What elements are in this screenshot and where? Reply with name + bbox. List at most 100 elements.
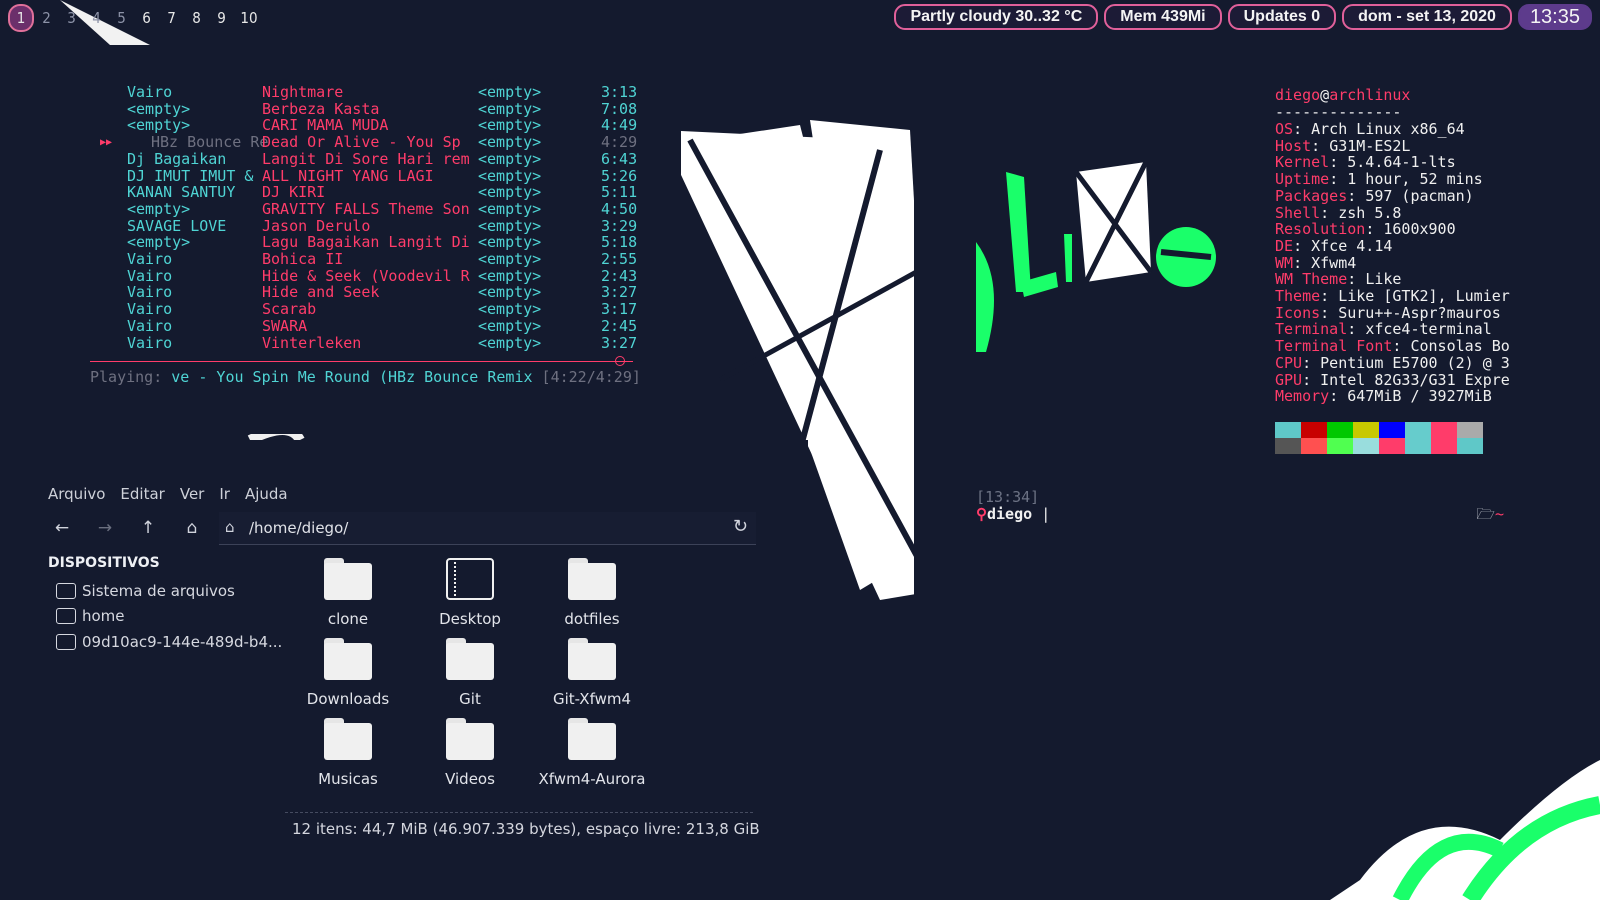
updates-widget[interactable]: Updates 0: [1227, 4, 1337, 30]
neofetch-key: Kernel: [1275, 153, 1330, 172]
file-item[interactable]: Desktop: [407, 558, 533, 628]
palette-swatch: [1353, 438, 1379, 454]
now-playing: Playing: ve - You Spin Me Round (HBz Bou…: [90, 368, 641, 386]
memory-widget[interactable]: Mem 439Mi: [1104, 4, 1222, 30]
neofetch-terminal[interactable]: diego@archlinux -------------- OS: Arch …: [914, 52, 1554, 730]
track-duration: 5:18: [601, 233, 638, 252]
workspace-3[interactable]: 3: [59, 6, 84, 30]
up-arrow-icon[interactable]: ↑: [138, 518, 158, 538]
workspace-4[interactable]: 4: [84, 6, 109, 30]
track-duration: 3:17: [601, 300, 638, 319]
neofetch-value: Like: [1365, 270, 1402, 289]
file-label: Git-Xfwm4: [552, 690, 632, 708]
track-title: Lagu Bagaikan Langit Di: [262, 234, 470, 252]
track-album: <empty>: [478, 233, 542, 252]
palette-swatch: [1379, 438, 1405, 454]
track-duration: 2:43: [601, 266, 638, 285]
track-album: <empty>: [478, 300, 542, 319]
file-item[interactable]: Xfwm4-Aurora: [529, 718, 655, 788]
track-duration: 5:26: [601, 166, 638, 185]
reload-icon[interactable]: ↻: [733, 516, 748, 537]
menu-ir[interactable]: Ir: [219, 485, 230, 503]
neofetch-value: Xfce 4.14: [1311, 236, 1393, 255]
prompt[interactable]: ⚲diego |: [976, 505, 1050, 523]
menu-ajuda[interactable]: Ajuda: [245, 485, 288, 503]
file-label: Xfwm4-Aurora: [538, 770, 646, 788]
back-arrow-icon[interactable]: ←: [52, 518, 72, 538]
device-uuid[interactable]: 09d10ac9-144e-489d-b4...: [56, 631, 282, 653]
file-label: Musicas: [318, 770, 378, 788]
track-artist: Vairo: [127, 251, 173, 268]
file-item[interactable]: Git: [407, 638, 533, 708]
neofetch-value: Pentium E5700 (2) @ 3: [1320, 353, 1510, 372]
music-player-terminal[interactable]: Vairo Nightmare <empty> 3:13 <empty> Berbeza …: [29, 47, 681, 434]
track-duration: 4:50: [601, 199, 638, 218]
track-duration: 4:29: [601, 133, 638, 152]
neofetch-key: GPU: [1275, 370, 1303, 389]
neofetch-key: Shell: [1275, 203, 1321, 222]
track-album: <empty>: [478, 250, 542, 268]
track-title: Bohica II: [262, 251, 344, 268]
neofetch-line: Terminal Font: Consolas Bo: [1275, 337, 1510, 356]
location-bar[interactable]: ⌂ /home/diego/ ↻: [219, 512, 756, 545]
workspace-1[interactable]: 1: [8, 4, 34, 32]
weather-widget[interactable]: Partly cloudy 30..32 °C: [894, 4, 1099, 30]
menu-arquivo[interactable]: Arquivo: [48, 485, 105, 503]
neofetch-key: Resolution: [1275, 220, 1366, 239]
folder-icon: [324, 558, 372, 600]
workspace-10[interactable]: 10: [234, 6, 264, 30]
folder-icon: [568, 718, 616, 760]
neo-host: archlinux: [1329, 86, 1411, 104]
palette-swatch: [1275, 422, 1301, 438]
playing-time: [4:22/4:29]: [541, 368, 641, 386]
neofetch-value: 1 hour, 52 mins: [1347, 170, 1483, 189]
folder-icon: 🗁: [1476, 505, 1495, 523]
workspace-7[interactable]: 7: [159, 6, 184, 30]
palette-swatch: [1327, 422, 1353, 438]
file-item[interactable]: Downloads: [285, 638, 411, 708]
cursor: |: [1041, 505, 1051, 523]
track-artist: Vairo: [127, 84, 173, 101]
menu-ver[interactable]: Ver: [180, 485, 205, 503]
track-album: <empty>: [478, 183, 542, 202]
neofetch-key: CPU: [1275, 353, 1303, 372]
file-item[interactable]: Git-Xfwm4: [529, 638, 655, 708]
file-item[interactable]: clone: [285, 558, 411, 628]
neofetch-value: 5.4.64-1-lts: [1347, 153, 1456, 172]
home-icon[interactable]: ⌂: [182, 518, 202, 538]
progress-knob[interactable]: [615, 356, 626, 366]
track-album: <empty>: [478, 266, 542, 285]
workspace-2[interactable]: 2: [34, 6, 59, 30]
file-item[interactable]: Videos: [407, 718, 533, 788]
track-title: Dead Or Alive - You Sp: [262, 134, 461, 152]
track-duration: 2:45: [601, 316, 638, 335]
device-home[interactable]: home: [56, 605, 125, 627]
drive-icon: [56, 583, 76, 599]
track-album: <empty>: [478, 316, 542, 335]
neofetch-key: WM Theme: [1275, 270, 1348, 289]
device-filesystem[interactable]: Sistema de arquivos: [56, 580, 235, 602]
track-duration: 3:29: [601, 216, 638, 235]
neo-user: diego: [1275, 86, 1321, 104]
forward-arrow-icon[interactable]: →: [95, 518, 115, 538]
neofetch-key: Terminal: [1275, 320, 1348, 339]
workspace-8[interactable]: 8: [184, 6, 209, 30]
menu-editar[interactable]: Editar: [120, 485, 164, 503]
neofetch-line: OS: Arch Linux x86_64: [1275, 120, 1465, 138]
file-item[interactable]: Musicas: [285, 718, 411, 788]
prompt-time: [13:34]: [976, 488, 1040, 506]
progress-bar[interactable]: [90, 361, 633, 362]
neofetch-separator: --------------: [1275, 103, 1402, 121]
date-widget[interactable]: dom - set 13, 2020: [1342, 4, 1512, 30]
workspace-9[interactable]: 9: [209, 6, 234, 30]
clock-widget[interactable]: 13:35: [1517, 4, 1592, 30]
file-label: Videos: [445, 770, 495, 788]
palette-swatch: [1405, 438, 1431, 454]
neofetch-line: WM: Xfwm4: [1275, 253, 1357, 272]
track-artist: SAVAGE LOVE: [127, 217, 227, 235]
workspace-5[interactable]: 5: [109, 6, 134, 30]
workspace-6[interactable]: 6: [134, 6, 159, 30]
neofetch-key: WM: [1275, 253, 1294, 272]
prompt-dir-label: ~: [1494, 505, 1504, 523]
file-item[interactable]: dotfiles: [529, 558, 655, 628]
